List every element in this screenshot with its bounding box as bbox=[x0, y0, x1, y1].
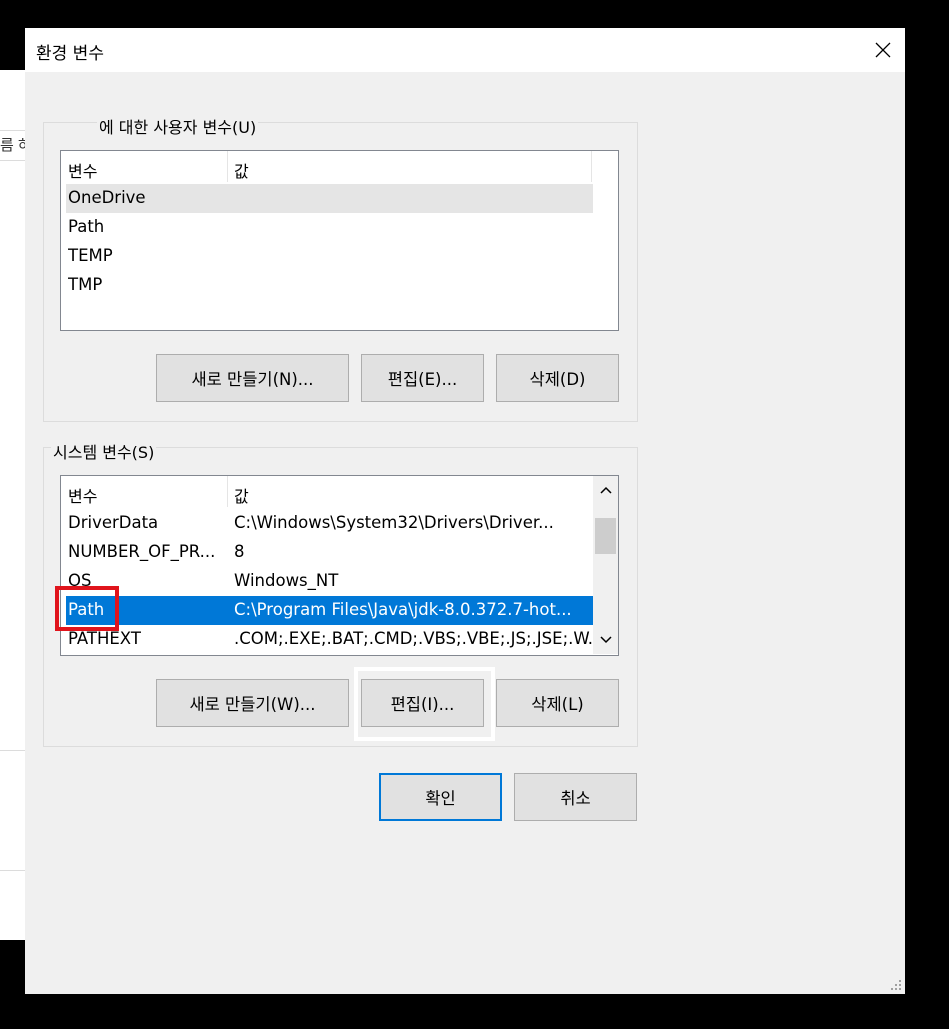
list-header: 변수 값 bbox=[61, 476, 593, 507]
user-variables-list[interactable]: 변수 값 OneDrive Path TEMP TMP bbox=[60, 150, 619, 331]
close-button[interactable] bbox=[861, 28, 905, 72]
close-icon bbox=[875, 42, 891, 58]
list-item[interactable]: TMP bbox=[66, 271, 593, 300]
chevron-down-icon bbox=[599, 636, 612, 644]
column-header-value[interactable]: 값 bbox=[234, 158, 249, 182]
user-new-button[interactable]: 새로 만들기(N)... bbox=[156, 354, 349, 402]
divider bbox=[0, 160, 26, 161]
column-header-variable[interactable]: 변수 bbox=[68, 483, 97, 507]
divider bbox=[0, 130, 26, 131]
column-separator bbox=[227, 151, 228, 182]
variable-name: Path bbox=[68, 217, 105, 236]
scroll-down-button[interactable] bbox=[593, 626, 618, 654]
vertical-scrollbar[interactable] bbox=[593, 476, 618, 654]
system-variables-list[interactable]: 변수 값 DriverData C:\Windows\System32\Driv… bbox=[60, 475, 619, 656]
variable-name: PATHEXT bbox=[68, 629, 141, 648]
list-item[interactable]: NUMBER_OF_PR... 8 bbox=[66, 538, 593, 567]
variable-value: C:\Program Files\Java\jdk-8.0.372.7-hot.… bbox=[234, 600, 572, 619]
system-variables-legend: 시스템 변수(S) bbox=[51, 439, 157, 463]
list-item[interactable]: TEMP bbox=[66, 242, 593, 271]
user-delete-button[interactable]: 삭제(D) bbox=[496, 354, 619, 402]
list-header: 변수 값 bbox=[61, 151, 593, 182]
column-header-variable[interactable]: 변수 bbox=[68, 158, 97, 182]
scroll-up-button[interactable] bbox=[593, 476, 618, 504]
divider bbox=[0, 870, 26, 871]
column-header-value[interactable]: 값 bbox=[234, 483, 249, 507]
path-highlight-box bbox=[55, 586, 119, 631]
scrollbar-thumb[interactable] bbox=[595, 518, 616, 554]
variable-value: Windows_NT bbox=[234, 571, 339, 590]
divider bbox=[0, 750, 26, 751]
system-edit-button[interactable]: 편집(I)... bbox=[361, 679, 484, 727]
environment-variables-dialog: 환경 변수 에 대한 사용자 변수(U) 변수 값 OneDrive Path … bbox=[25, 28, 905, 994]
list-item[interactable]: Path bbox=[66, 213, 593, 242]
variable-value: C:\Windows\System32\Drivers\Driver... bbox=[234, 513, 554, 532]
system-new-button[interactable]: 새로 만들기(W)... bbox=[156, 679, 349, 727]
list-item[interactable]: OS Windows_NT bbox=[66, 567, 593, 596]
variable-value: .COM;.EXE;.BAT;.CMD;.VBS;.VBE;.JS;.JSE;.… bbox=[234, 629, 592, 648]
dialog-title: 환경 변수 bbox=[36, 44, 104, 64]
title-bar: 환경 변수 bbox=[25, 28, 905, 72]
resize-grip-icon[interactable] bbox=[887, 976, 903, 992]
variable-name: TEMP bbox=[68, 246, 113, 265]
list-item[interactable]: OneDrive bbox=[66, 184, 593, 213]
variable-name: NUMBER_OF_PR... bbox=[68, 542, 216, 561]
list-item[interactable]: DriverData C:\Windows\System32\Drivers\D… bbox=[66, 509, 593, 538]
list-item[interactable]: PATHEXT .COM;.EXE;.BAT;.CMD;.VBS;.VBE;.J… bbox=[66, 625, 593, 654]
system-delete-button[interactable]: 삭제(L) bbox=[496, 679, 619, 727]
cancel-button[interactable]: 취소 bbox=[514, 773, 637, 821]
chevron-up-icon bbox=[599, 486, 612, 494]
variable-name: OneDrive bbox=[68, 188, 146, 207]
user-variables-legend: 에 대한 사용자 변수(U) bbox=[97, 114, 259, 138]
variable-name: DriverData bbox=[68, 513, 159, 532]
list-item-selected[interactable]: Path C:\Program Files\Java\jdk-8.0.372.7… bbox=[66, 596, 593, 625]
column-separator bbox=[591, 151, 592, 182]
background-text: 름 bbox=[0, 136, 14, 154]
variable-name: TMP bbox=[68, 275, 103, 294]
user-edit-button[interactable]: 편집(E)... bbox=[361, 354, 484, 402]
column-separator bbox=[227, 476, 228, 507]
ok-button[interactable]: 확인 bbox=[379, 773, 502, 821]
variable-value: 8 bbox=[234, 542, 245, 561]
background-window: 름 하 bbox=[0, 70, 32, 940]
